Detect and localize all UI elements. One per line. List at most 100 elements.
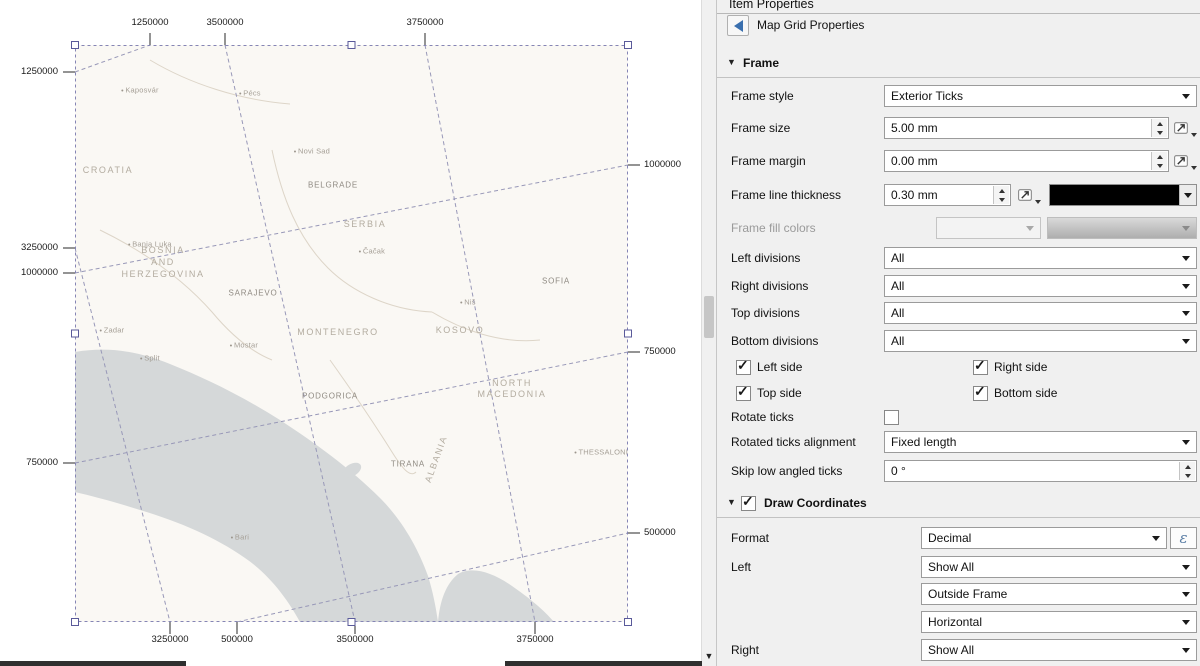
chevron-down-icon xyxy=(1026,226,1034,231)
rotate-ticks-checkbox[interactable] xyxy=(884,410,899,425)
format-combo[interactable]: Decimal xyxy=(921,527,1167,549)
frame-line-color-button[interactable] xyxy=(1049,184,1197,206)
frame-line-thickness-row: Frame line thickness 0.30 mm xyxy=(717,184,1200,208)
data-defined-override-button[interactable] xyxy=(1173,150,1197,172)
frame-section-header[interactable]: ▼ Frame xyxy=(717,52,1200,78)
map-item[interactable] xyxy=(75,45,628,622)
chevron-down-icon xyxy=(1182,440,1190,445)
rotated-ticks-alignment-row: Rotated ticks alignment Fixed length xyxy=(717,431,1200,455)
data-defined-override-button[interactable] xyxy=(1173,117,1197,139)
left-divisions-row: Left divisions All xyxy=(717,247,1200,271)
grid-annotation-bottom: 3500000 xyxy=(337,634,374,645)
chevron-down-icon xyxy=(1152,536,1160,541)
draw-coordinates-title: Draw Coordinates xyxy=(764,496,867,510)
rotate-ticks-label: Rotate ticks xyxy=(731,408,794,427)
grid-annotation-right: 1000000 xyxy=(644,159,681,170)
top-divisions-combo[interactable]: All xyxy=(884,302,1197,324)
bottom-edge-bar xyxy=(505,661,702,666)
rotated-ticks-alignment-label: Rotated ticks alignment xyxy=(731,431,856,453)
bottom-edge-bar xyxy=(0,661,186,666)
frame-fill-colors-row: Frame fill colors xyxy=(717,217,1200,241)
frame-margin-spinbox[interactable]: 0.00 mm xyxy=(884,150,1169,172)
grid-annotation-top: 3750000 xyxy=(407,17,444,28)
override-menu-arrow-icon xyxy=(1191,166,1197,170)
chevron-down-icon xyxy=(1182,284,1190,289)
spin-down-icon[interactable] xyxy=(994,195,1009,204)
coords-right-label: Right xyxy=(731,639,759,661)
grid-annotation-bottom: 500000 xyxy=(221,634,253,645)
item-properties-panel: Item Properties Map Grid Properties ▼ Fr… xyxy=(716,0,1200,666)
skip-low-angled-ticks-spinbox[interactable]: 0 ° xyxy=(884,460,1197,482)
left-divisions-label: Left divisions xyxy=(731,247,800,269)
chevron-down-icon xyxy=(1182,339,1190,344)
coords-left-orientation-combo[interactable]: Horizontal xyxy=(921,611,1197,633)
scrollbar-down-button[interactable]: ▼ xyxy=(702,648,716,664)
collapse-arrow-icon: ▼ xyxy=(727,57,736,67)
epsilon-icon: ε xyxy=(1179,529,1187,547)
frame-size-label: Frame size xyxy=(731,117,790,139)
spin-up-icon[interactable] xyxy=(1152,119,1167,128)
frame-fill-color1-button xyxy=(936,217,1041,239)
frame-line-thickness-spinbox[interactable]: 0.30 mm xyxy=(884,184,1011,206)
spin-up-icon[interactable] xyxy=(994,186,1009,195)
scrollbar-thumb[interactable] xyxy=(704,296,714,338)
grid-annotation-left: 1250000 xyxy=(0,66,58,77)
top-divisions-label: Top divisions xyxy=(731,302,800,324)
chevron-down-icon xyxy=(1182,592,1190,597)
frame-style-combo[interactable]: Exterior Ticks xyxy=(884,85,1197,107)
sides-row-1: ✓ Left side ✓ Right side xyxy=(717,358,1200,378)
coords-left-orientation-row: Horizontal xyxy=(717,611,1200,635)
right-divisions-combo[interactable]: All xyxy=(884,275,1197,297)
left-divisions-combo[interactable]: All xyxy=(884,247,1197,269)
grid-annotation-top: 1250000 xyxy=(132,17,169,28)
rotate-ticks-row: Rotate ticks xyxy=(717,408,1200,428)
coords-left-combo[interactable]: Show All xyxy=(921,556,1197,578)
collapse-arrow-icon: ▼ xyxy=(727,497,736,507)
bottom-divisions-combo[interactable]: All xyxy=(884,330,1197,352)
override-menu-arrow-icon xyxy=(1035,200,1041,204)
skip-low-angled-ticks-row: Skip low angled ticks 0 ° xyxy=(717,460,1200,484)
draw-coordinates-checkbox[interactable]: ✓ xyxy=(741,496,756,511)
spin-down-icon[interactable] xyxy=(1180,471,1195,480)
coords-right-combo[interactable]: Show All xyxy=(921,639,1197,661)
bottom-side-label: Bottom side xyxy=(994,384,1057,403)
frame-style-label: Frame style xyxy=(731,85,794,107)
coords-left-placement-combo[interactable]: Outside Frame xyxy=(921,583,1197,605)
draw-coordinates-section-header[interactable]: ▼ ✓ Draw Coordinates xyxy=(717,492,1200,518)
frame-size-row: Frame size 5.00 mm xyxy=(717,117,1200,141)
left-side-checkbox[interactable]: ✓ xyxy=(736,360,751,375)
right-side-checkbox[interactable]: ✓ xyxy=(973,360,988,375)
bottom-side-checkbox[interactable]: ✓ xyxy=(973,386,988,401)
spin-down-icon[interactable] xyxy=(1152,128,1167,137)
frame-line-thickness-label: Frame line thickness xyxy=(731,184,841,206)
chevron-down-icon xyxy=(1182,311,1190,316)
chevron-down-icon[interactable] xyxy=(1179,185,1196,205)
grid-annotation-right: 500000 xyxy=(644,527,676,538)
chevron-down-icon xyxy=(1182,226,1190,231)
grid-annotation-bottom: 3250000 xyxy=(152,634,189,645)
panel-scrollbar[interactable]: ▼ xyxy=(701,0,716,666)
back-button[interactable] xyxy=(727,15,749,36)
data-defined-override-button[interactable] xyxy=(1017,184,1041,206)
right-side-label: Right side xyxy=(994,358,1047,377)
panel-subtitle: Map Grid Properties xyxy=(757,18,864,32)
frame-size-spinbox[interactable]: 5.00 mm xyxy=(884,117,1169,139)
rotated-ticks-alignment-combo[interactable]: Fixed length xyxy=(884,431,1197,453)
grid-annotation-left: 750000 xyxy=(0,457,58,468)
sides-row-2: ✓ Top side ✓ Bottom side xyxy=(717,384,1200,404)
custom-format-expression-button[interactable]: ε xyxy=(1170,527,1197,549)
data-defined-override-icon xyxy=(1017,187,1034,204)
right-divisions-label: Right divisions xyxy=(731,275,808,297)
coords-left-label: Left xyxy=(731,556,751,578)
spin-down-icon[interactable] xyxy=(1152,161,1167,170)
frame-section-title: Frame xyxy=(743,56,779,70)
grid-annotation-left: 3250000 xyxy=(0,242,58,253)
spin-up-icon[interactable] xyxy=(1152,152,1167,161)
top-side-checkbox[interactable]: ✓ xyxy=(736,386,751,401)
spin-up-icon[interactable] xyxy=(1180,462,1195,471)
chevron-down-icon xyxy=(1182,565,1190,570)
grid-annotation-left: 1000000 xyxy=(0,267,58,278)
right-divisions-row: Right divisions All xyxy=(717,275,1200,299)
left-side-label: Left side xyxy=(757,358,802,377)
frame-style-row: Frame style Exterior Ticks xyxy=(717,85,1200,109)
